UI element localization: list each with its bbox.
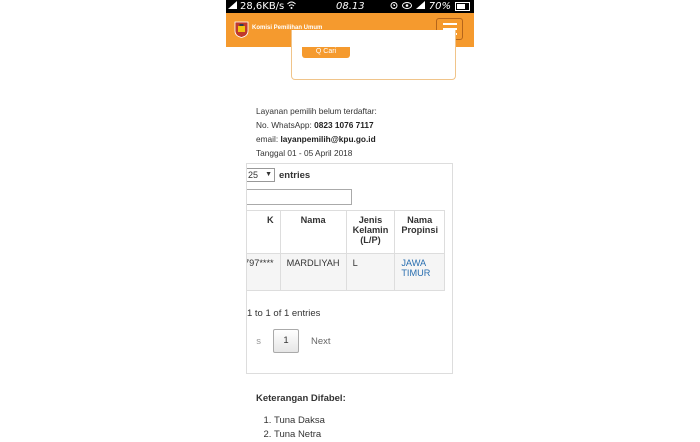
cell-nik: 797****	[247, 253, 281, 291]
battery-level: 70%	[428, 1, 451, 12]
results-table-panel[interactable]: 25 ▼ entries K Nama Jenis Kelamin (L/P) …	[246, 163, 453, 374]
header-nama-propinsi[interactable]: Nama Propinsi	[394, 210, 446, 254]
email-address: layanpemilih@kpu.go.id	[280, 134, 376, 144]
entries-length-control: 25 ▼ entries	[247, 168, 310, 182]
chevron-down-icon: ▼	[265, 171, 272, 178]
entries-select-value: 25	[248, 170, 259, 180]
page-button-1[interactable]: 1	[273, 329, 299, 353]
header-jenis-kelamin[interactable]: Jenis Kelamin (L/P)	[345, 210, 396, 254]
cell-propinsi: JAWA TIMUR	[394, 253, 446, 291]
header-nama[interactable]: Nama	[279, 210, 347, 254]
table-info-text: 1 to 1 of 1 entries	[247, 308, 321, 319]
whatsapp-label: No. WhatsApp:	[256, 120, 315, 130]
status-right: 70%	[390, 0, 470, 13]
hamburger-bar	[442, 23, 457, 25]
whatsapp-line: No. WhatsApp: 0823 1076 7117	[256, 118, 377, 132]
list-item: Tuna Netra	[274, 428, 325, 442]
keterangan-difabel-title: Keterangan Difabel:	[256, 393, 346, 404]
alarm-icon	[390, 0, 398, 13]
info-heading: Layanan pemilih belum terdaftar:	[256, 106, 377, 116]
table-search-input[interactable]	[247, 189, 352, 205]
wifi-icon	[287, 0, 297, 13]
network-speed: 28,6KB/s	[240, 1, 285, 12]
email-label: email:	[256, 134, 281, 144]
keterangan-difabel-list: Tuna Daksa Tuna Netra	[256, 414, 325, 442]
search-button[interactable]: Q Cari	[302, 47, 350, 58]
signal-icon	[228, 0, 237, 13]
cell-nama: MARDLIYAH	[279, 253, 347, 291]
list-item: Tuna Daksa	[274, 414, 325, 428]
status-left: 28,6KB/s	[228, 0, 297, 13]
phone-screen: 28,6KB/s 08.13 70% Komisi Pemilihan Umum…	[226, 0, 474, 442]
header-nik[interactable]: K	[247, 210, 281, 254]
previous-button[interactable]: s	[247, 336, 261, 347]
status-time: 08.13	[336, 1, 365, 12]
results-table: K Nama Jenis Kelamin (L/P) Nama Propinsi…	[247, 210, 446, 291]
table-header-row: K Nama Jenis Kelamin (L/P) Nama Propinsi	[247, 210, 446, 254]
table-row: 797**** MARDLIYAH L JAWA TIMUR	[247, 253, 446, 291]
unregistered-voter-info: Layanan pemilih belum terdaftar: No. Wha…	[256, 104, 377, 160]
next-button[interactable]: Next	[311, 336, 331, 347]
entries-label: entries	[279, 169, 311, 181]
battery-icon	[455, 2, 470, 11]
email-line: email: layanpemilih@kpu.go.id	[256, 132, 377, 146]
entries-select[interactable]: 25 ▼	[247, 168, 275, 182]
cell-jenis-kelamin: L	[345, 253, 396, 291]
mobile-signal-icon	[415, 0, 425, 13]
status-bar: 28,6KB/s 08.13 70%	[226, 0, 474, 13]
whatsapp-number: 0823 1076 7117	[314, 120, 374, 130]
pagination: s 1 Next	[247, 329, 331, 353]
date-line: Tanggal 01 - 05 April 2018	[256, 148, 353, 158]
eye-icon	[401, 0, 412, 13]
kpu-logo-icon[interactable]	[234, 21, 249, 38]
propinsi-link[interactable]: JAWA TIMUR	[401, 258, 430, 278]
